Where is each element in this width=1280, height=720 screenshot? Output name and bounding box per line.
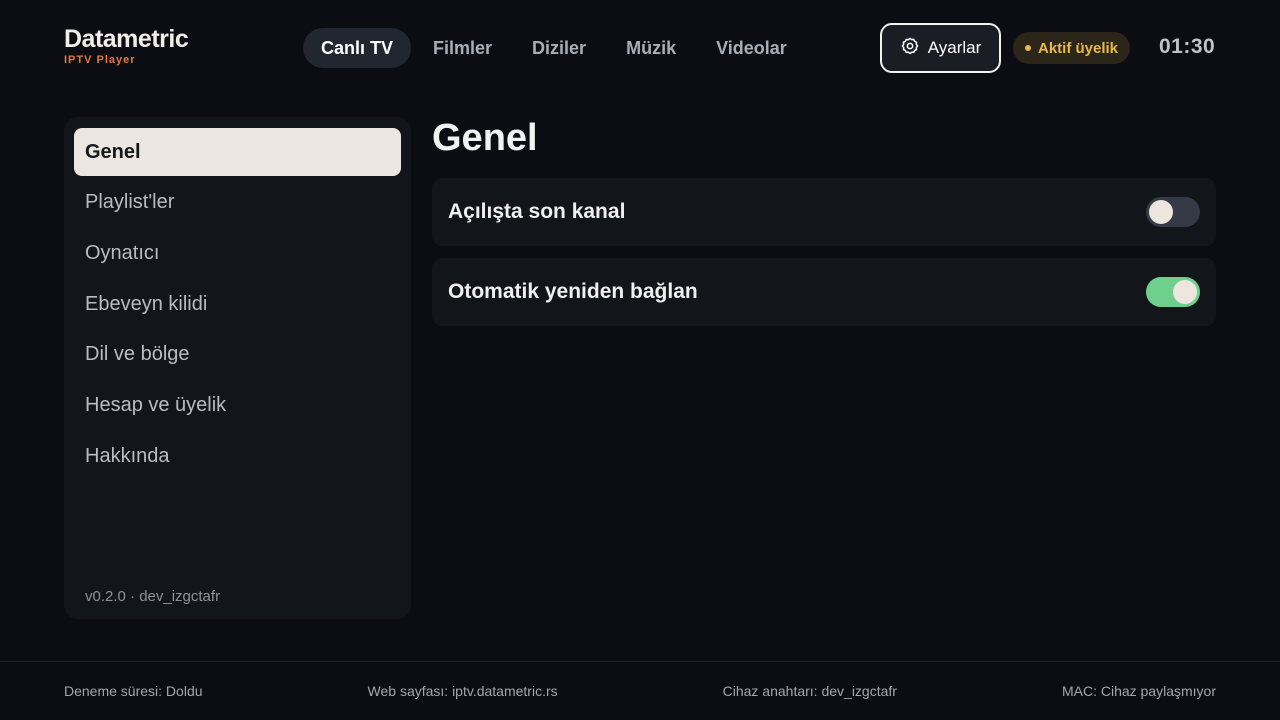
version-label: v0.2.0 · dev_izgctafr [85,588,221,605]
nav-item-diziler[interactable]: Diziler [514,28,604,68]
toggle-knob [1173,280,1197,304]
sidebar-item-oynatici[interactable]: Oynatıcı [74,229,401,277]
top-bar: Datametric IPTV Player Canlı TV Filmler … [0,0,1280,96]
status-dot [1025,45,1031,51]
sidebar-item-hesap-ve-uyelik[interactable]: Hesap ve üyelik [74,381,401,429]
trial-status: Deneme süresi: Doldu [64,683,203,699]
app-title: Datametric [64,25,189,53]
settings-page: Datametric IPTV Player Canlı TV Filmler … [0,0,1280,720]
nav-item-canli-tv[interactable]: Canlı TV [303,28,412,68]
nav-item-filmler[interactable]: Filmler [415,28,510,68]
clock: 01:30 [1159,35,1216,58]
membership-badge: Aktif üyelik [1013,32,1131,64]
auto-reconnect-toggle[interactable] [1146,277,1200,307]
settings-sidebar: Genel Playlist'ler Oynatıcı Ebeveyn kili… [64,117,411,619]
app-subtitle: IPTV Player [64,54,136,66]
settings-button[interactable]: Ayarlar [880,23,1001,73]
settings-button-label: Ayarlar [927,38,982,57]
page-title: Genel [432,117,538,159]
setting-row-last-channel[interactable]: Açılışta son kanal [432,178,1216,246]
nav-item-muzik[interactable]: Müzik [608,28,694,68]
sidebar-item-dil-ve-bolge[interactable]: Dil ve bölge [74,331,401,379]
nav-item-videolar[interactable]: Videolar [698,28,805,68]
app-logo: Datametric IPTV Player [64,25,189,66]
device-key-info: Cihaz anahtarı: dev_izgctafr [722,683,897,699]
setting-label: Açılışta son kanal [448,200,626,223]
sidebar-item-hakkinda[interactable]: Hakkında [74,432,401,480]
setting-label: Otomatik yeniden bağlan [448,280,698,303]
membership-label: Aktif üyelik [1038,39,1119,57]
setting-row-auto-reconnect[interactable]: Otomatik yeniden bağlan [432,258,1216,326]
website-info: Web sayfası: iptv.datametric.rs [367,683,558,699]
mac-info: MAC: Cihaz paylaşmıyor [1061,683,1216,699]
status-footer: Deneme süresi: Doldu Web sayfası: iptv.d… [0,661,1280,720]
sidebar-item-ebeveyn-kilidi[interactable]: Ebeveyn kilidi [74,280,401,328]
main-nav: Canlı TV Filmler Diziler Müzik Videolar [303,28,805,68]
sidebar-item-playlists[interactable]: Playlist'ler [74,179,401,227]
toggle-knob [1149,200,1173,224]
sidebar-item-genel[interactable]: Genel [74,128,401,176]
gear-icon [900,36,920,61]
last-channel-toggle[interactable] [1146,197,1200,227]
